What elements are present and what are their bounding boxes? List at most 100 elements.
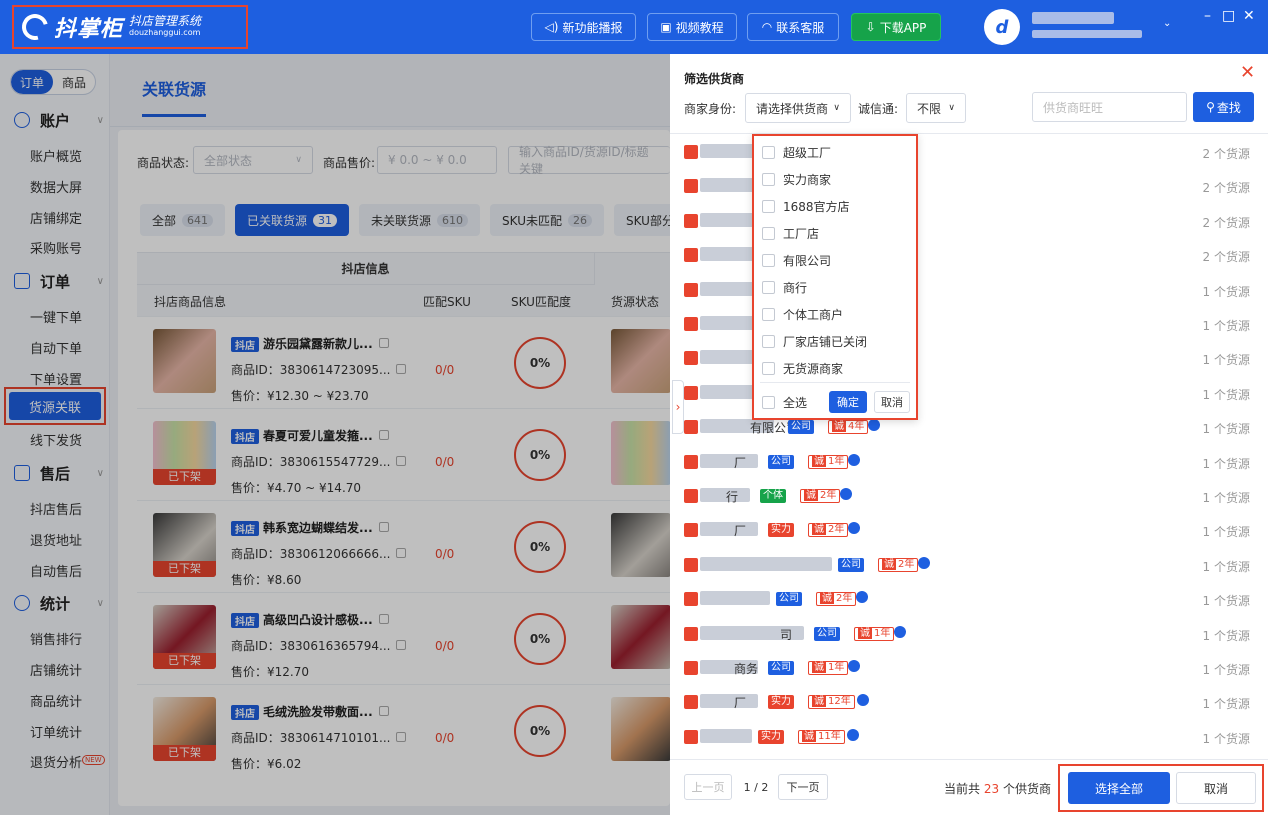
supplier-name-blurred bbox=[700, 728, 752, 743]
cxt-select[interactable]: 不限 ∨ bbox=[906, 93, 966, 123]
source-count: 1 个货源 bbox=[1202, 525, 1250, 540]
years-badge: 诚 1年 bbox=[854, 626, 895, 641]
drawer-title: 筛选供货商 bbox=[684, 72, 745, 86]
merchant-type-option[interactable]: 无货源商家 bbox=[762, 358, 843, 378]
supplier-logo-icon bbox=[684, 213, 698, 228]
modal-overlay[interactable] bbox=[0, 54, 670, 815]
video-tutorial-button[interactable]: ▣ 视频教程 bbox=[647, 13, 737, 41]
supplier-row[interactable]: 厂 实力诚 2年 1 个货源 bbox=[670, 513, 1268, 547]
chevron-right-icon[interactable]: › bbox=[672, 380, 684, 434]
years-badge: 诚 1年 bbox=[808, 454, 849, 469]
wangwang-chat-icon[interactable] bbox=[848, 660, 860, 672]
option-checkbox[interactable] bbox=[762, 253, 775, 267]
option-checkbox[interactable] bbox=[762, 307, 775, 321]
merchant-type-option[interactable]: 有限公司 bbox=[762, 250, 831, 270]
user-menu-chevron-icon[interactable]: ⌄ bbox=[1163, 18, 1171, 29]
supplier-row[interactable]: 司 公司诚 1年 1 个货源 bbox=[670, 617, 1268, 651]
option-checkbox[interactable] bbox=[762, 145, 775, 159]
supplier-type-badge: 公司 bbox=[768, 454, 794, 469]
supplier-logo-icon bbox=[684, 729, 698, 744]
supplier-name-suffix: 厂 bbox=[734, 455, 747, 470]
wangwang-chat-icon[interactable] bbox=[918, 556, 930, 569]
news-button[interactable]: ◁) 新功能播报 bbox=[531, 13, 636, 41]
wangwang-chat-icon[interactable] bbox=[856, 591, 868, 604]
supplier-name-blurred bbox=[700, 488, 750, 502]
wangwang-chat-icon[interactable] bbox=[848, 453, 860, 466]
close-icon[interactable]: ✕ bbox=[1240, 62, 1255, 83]
merchant-type-option[interactable]: 超级工厂 bbox=[762, 142, 831, 162]
maximize-icon[interactable]: □ bbox=[1222, 8, 1235, 24]
merchant-type-option[interactable]: 商行 bbox=[762, 277, 807, 297]
merchant-type-option[interactable]: 实力商家 bbox=[762, 169, 831, 189]
customer-service-button[interactable]: ◠ 联系客服 bbox=[747, 13, 839, 41]
years-badge: 诚 1年 bbox=[808, 661, 849, 675]
supplier-type-badge: 个体 bbox=[760, 489, 786, 503]
supplier-logo-icon bbox=[684, 523, 698, 538]
supplier-type-badge: 公司 bbox=[776, 592, 802, 607]
supplier-logo-icon bbox=[684, 626, 698, 641]
minimize-icon[interactable]: – bbox=[1204, 8, 1211, 24]
supplier-type-badge: 公司 bbox=[788, 420, 814, 435]
option-checkbox[interactable] bbox=[762, 199, 775, 213]
supplier-name-blurred bbox=[700, 591, 770, 606]
source-count: 1 个货源 bbox=[1202, 491, 1250, 505]
years-badge: 诚 4年 bbox=[828, 420, 869, 435]
search-button[interactable]: ⚲ 查找 bbox=[1193, 92, 1254, 122]
merchant-type-option[interactable]: 个体工商户 bbox=[762, 304, 843, 324]
option-checkbox[interactable] bbox=[762, 361, 775, 375]
wangwang-chat-icon[interactable] bbox=[847, 728, 859, 741]
supplier-logo-icon bbox=[684, 489, 698, 503]
logo-domain: douzhanggui.com bbox=[129, 28, 201, 37]
supplier-row[interactable]: 行 个体诚 2年 1 个货源 bbox=[670, 479, 1268, 513]
source-count: 1 个货源 bbox=[1202, 559, 1250, 574]
source-count: 1 个货源 bbox=[1202, 284, 1250, 299]
download-app-button[interactable]: ⇩ 下载APP bbox=[851, 13, 941, 41]
source-count: 1 个货源 bbox=[1202, 731, 1250, 746]
supplier-row[interactable]: 商务 公司诚 1年 1 个货源 bbox=[670, 651, 1268, 685]
source-count: 1 个货源 bbox=[1202, 594, 1250, 609]
supplier-name-blurred bbox=[700, 281, 760, 296]
option-checkbox[interactable] bbox=[762, 280, 775, 294]
wangwang-input[interactable]: 供货商旺旺 bbox=[1032, 92, 1187, 122]
prev-page-button[interactable]: 上一页 bbox=[684, 774, 732, 800]
close-window-icon[interactable]: ✕ bbox=[1243, 8, 1255, 24]
supplier-row[interactable]: 厂 实力诚 12年 1 个货源 bbox=[670, 685, 1268, 719]
merchant-type-option[interactable]: 1688官方店 bbox=[762, 196, 850, 216]
wangwang-chat-icon[interactable] bbox=[894, 625, 906, 638]
merchant-type-option[interactable]: 厂家店铺已关闭 bbox=[762, 331, 867, 351]
merchant-type-option[interactable]: 工厂店 bbox=[762, 223, 819, 243]
supplier-logo-icon bbox=[684, 351, 698, 366]
app-logo: 抖掌柜 抖店管理系统 douzhanggui.com bbox=[12, 5, 248, 49]
wangwang-chat-icon[interactable] bbox=[857, 694, 869, 707]
supplier-row[interactable]: 公司诚 2年 1 个货源 bbox=[670, 548, 1268, 582]
years-badge: 诚 2年 bbox=[800, 489, 841, 503]
supplier-type-badge: 实力 bbox=[758, 729, 784, 744]
supplier-logo-icon bbox=[684, 248, 698, 263]
supplier-row[interactable]: 公司诚 2年 1 个货源 bbox=[670, 582, 1268, 616]
option-checkbox[interactable] bbox=[762, 334, 775, 348]
wangwang-chat-icon[interactable] bbox=[840, 488, 852, 500]
supplier-total: 当前共 23 个供货商 bbox=[944, 782, 1051, 796]
username-blurred bbox=[1032, 12, 1114, 24]
supplier-logo-icon bbox=[684, 145, 698, 159]
dropdown-ok-button[interactable]: 确定 bbox=[829, 391, 867, 413]
supplier-name-suffix: 行 bbox=[726, 490, 739, 504]
option-checkbox[interactable] bbox=[762, 226, 775, 240]
source-count: 1 个货源 bbox=[1202, 353, 1250, 368]
next-page-button[interactable]: 下一页 bbox=[778, 774, 828, 800]
supplier-name-blurred bbox=[700, 144, 760, 158]
option-checkbox[interactable] bbox=[762, 172, 775, 186]
wangwang-chat-icon[interactable] bbox=[868, 419, 880, 432]
select-all-checkbox[interactable]: 全选 bbox=[762, 392, 807, 412]
cancel-button[interactable]: 取消 bbox=[1176, 772, 1256, 804]
supplier-row[interactable]: 厂 公司诚 1年 1 个货源 bbox=[670, 445, 1268, 479]
dropdown-cancel-button[interactable]: 取消 bbox=[874, 391, 910, 413]
source-count: 1 个货源 bbox=[1202, 628, 1250, 643]
supplier-row[interactable]: 实力诚 11年 1 个货源 bbox=[670, 720, 1268, 754]
wangwang-chat-icon[interactable] bbox=[848, 522, 860, 535]
merchant-type-select[interactable]: 请选择供货商 ∨ bbox=[745, 93, 851, 123]
source-count: 1 个货源 bbox=[1202, 456, 1250, 471]
supplier-type-badge: 实力 bbox=[768, 523, 794, 538]
select-all-button[interactable]: 选择全部 bbox=[1068, 772, 1170, 804]
user-avatar[interactable]: d bbox=[984, 9, 1020, 45]
